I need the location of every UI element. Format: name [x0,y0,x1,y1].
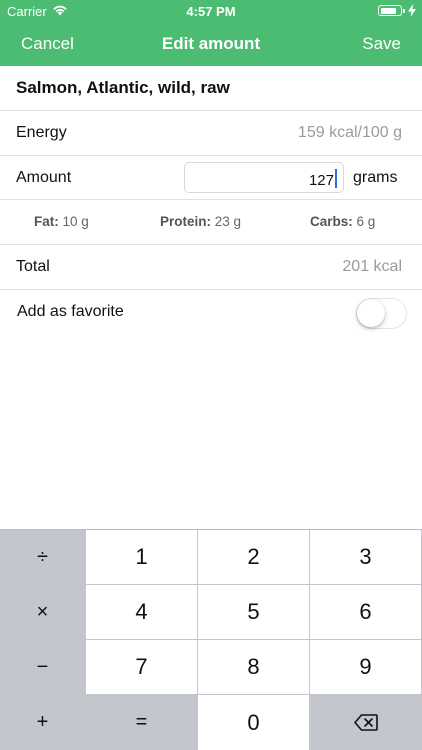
key-equals[interactable]: = [86,695,198,750]
key-2[interactable]: 2 [198,530,310,585]
delete-backward-icon [353,714,378,731]
text-caret [335,169,337,188]
favorite-toggle[interactable] [356,298,407,329]
total-value: 201 kcal [342,258,402,275]
key-multiply[interactable]: × [0,585,86,640]
battery-icon [378,5,405,16]
nav-bar: Cancel Edit amount Save [0,22,422,66]
save-button[interactable]: Save [362,34,401,54]
key-6[interactable]: 6 [310,585,422,640]
key-5[interactable]: 5 [198,585,310,640]
macros-row: Fat: 10 g Protein: 23 g Carbs: 6 g [0,200,422,245]
amount-label: Amount [16,169,72,186]
energy-label: Energy [16,124,67,141]
fat-macro: Fat: 10 g [34,214,89,229]
energy-row: Energy 159 kcal/100 g [0,111,422,156]
key-plus[interactable]: + [0,695,86,750]
total-label: Total [16,258,50,275]
key-divide[interactable]: ÷ [0,530,86,585]
clock: 4:57 PM [186,4,236,19]
carbs-macro: Carbs: 6 g [310,214,376,229]
amount-row: Amount 127 grams [0,156,422,200]
key-9[interactable]: 9 [310,640,422,695]
numeric-keypad: ÷ 1 2 3 × 4 5 6 − 7 8 9 + = 0 [0,529,422,750]
key-8[interactable]: 8 [198,640,310,695]
key-minus[interactable]: − [0,640,86,695]
energy-value: 159 kcal/100 g [297,124,402,141]
status-bar: Carrier 4:57 PM [0,0,422,22]
key-3[interactable]: 3 [310,530,422,585]
amount-input[interactable]: 127 [184,162,344,193]
protein-macro: Protein: 23 g [160,214,242,229]
total-row: Total 201 kcal [0,245,422,290]
favorite-label: Add as favorite [17,303,124,320]
page-title: Edit amount [161,34,261,53]
header: Carrier 4:57 PM Cancel Edit amount Save [0,0,422,66]
food-name: Salmon, Atlantic, wild, raw [16,78,230,97]
key-backspace[interactable] [310,695,422,750]
key-0[interactable]: 0 [198,695,310,750]
key-4[interactable]: 4 [86,585,198,640]
food-name-row: Salmon, Atlantic, wild, raw [0,66,422,111]
favorite-row: Add as favorite [0,290,422,335]
amount-input-value: 127 [309,169,337,189]
key-7[interactable]: 7 [86,640,198,695]
charging-bolt-icon [408,4,416,17]
key-1[interactable]: 1 [86,530,198,585]
amount-unit: grams [353,169,398,186]
toggle-knob [357,299,385,327]
